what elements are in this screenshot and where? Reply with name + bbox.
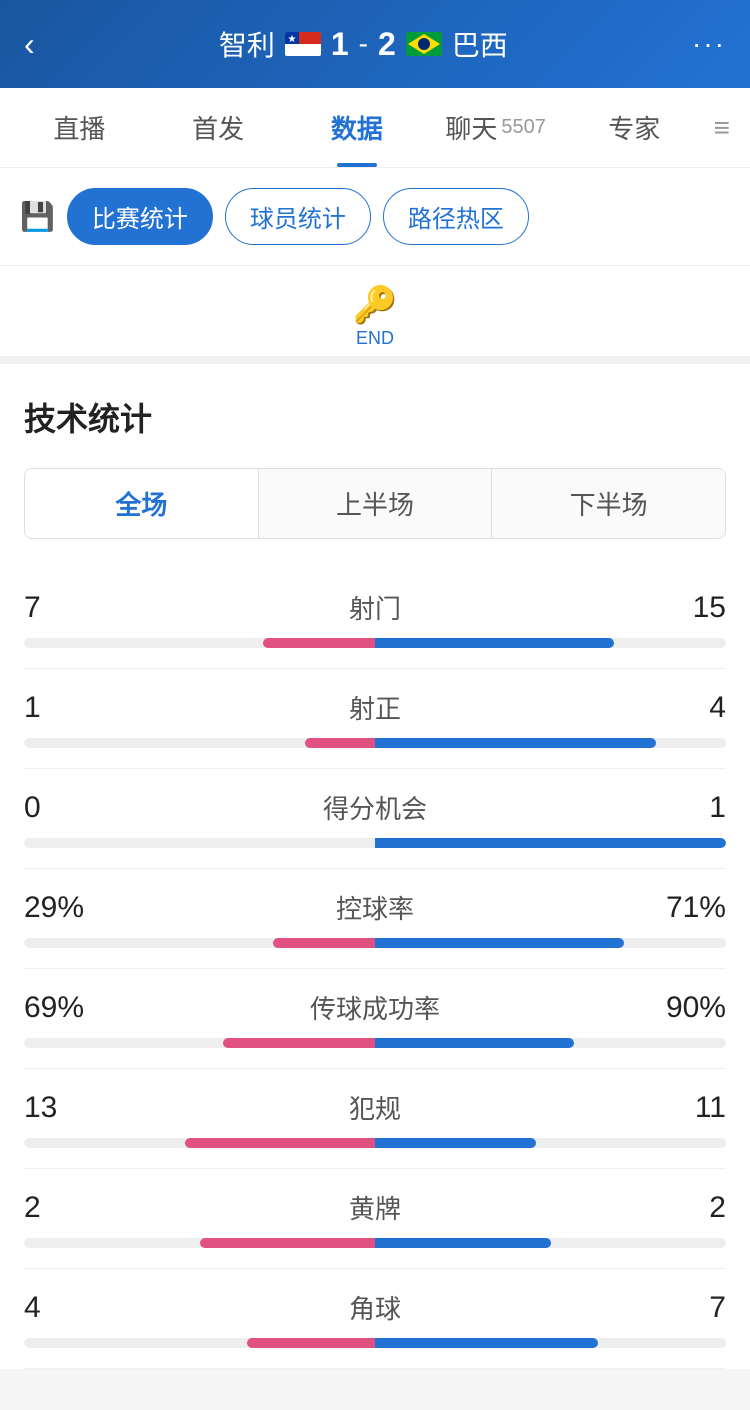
stat-label-row: 2 黄牌 2 [24, 1189, 726, 1226]
bar-left [223, 1038, 375, 1048]
bar-left [273, 938, 375, 948]
stat-label-row: 0 得分机会 1 [24, 789, 726, 826]
bar-left [263, 638, 375, 648]
stat-row-possession: 29% 控球率 71% [24, 869, 726, 969]
stat-left-val: 0 [24, 791, 104, 825]
stat-right-val: 7 [646, 1291, 726, 1325]
more-button[interactable]: ··· [692, 28, 726, 60]
stat-right-val: 90% [646, 991, 726, 1025]
stat-left-val: 1 [24, 691, 104, 725]
stat-right-val: 71% [646, 891, 726, 925]
stat-bar [24, 838, 726, 848]
bar-right [375, 1338, 598, 1348]
score-home: 1 [331, 26, 349, 63]
stat-right-val: 2 [646, 1191, 726, 1225]
nav-more-button[interactable]: ≡ [704, 112, 740, 144]
team-home-label: 智利 [219, 24, 275, 64]
stats-title: 技术统计 [24, 394, 726, 440]
period-tab-first[interactable]: 上半场 [259, 469, 493, 538]
bar-right [375, 638, 614, 648]
stat-label-row: 4 角球 7 [24, 1289, 726, 1326]
flag-chile-icon: ★ [285, 32, 321, 56]
tab-chat[interactable]: 聊天 5507 [426, 88, 565, 167]
stat-bar [24, 1138, 726, 1148]
period-tab-second[interactable]: 下半场 [492, 469, 725, 538]
bar-right [375, 1138, 536, 1148]
tab-lineup[interactable]: 首发 [149, 88, 288, 167]
team-away-label: 巴西 [452, 24, 508, 64]
stat-right-val: 11 [646, 1091, 726, 1125]
stat-name: 射门 [349, 589, 401, 626]
stat-label-row: 1 射正 4 [24, 689, 726, 726]
stat-left-val: 7 [24, 591, 104, 625]
stat-left-val: 13 [24, 1091, 104, 1125]
period-tabs: 全场 上半场 下半场 [24, 468, 726, 539]
stat-bar [24, 638, 726, 648]
stat-row-pass-accuracy: 69% 传球成功率 90% [24, 969, 726, 1069]
stat-name: 射正 [349, 689, 401, 726]
stat-left-val: 2 [24, 1191, 104, 1225]
stat-bar [24, 938, 726, 948]
sub-tabs: 💾 比赛统计 球员统计 路径热区 [0, 168, 750, 266]
stat-bar [24, 1038, 726, 1048]
stat-rows-container: 7 射门 15 1 射正 4 0 得分机会 1 29% 控 [24, 569, 726, 1369]
stat-row-corners: 4 角球 7 [24, 1269, 726, 1369]
stat-bar [24, 1238, 726, 1248]
whistle-icon: 🔑 END [345, 286, 405, 346]
stats-section: 技术统计 全场 上半场 下半场 7 射门 15 1 射正 4 [0, 364, 750, 1369]
header: ‹ 智利 ★ 1 - 2 巴西 ··· [0, 0, 750, 88]
bar-right [375, 738, 656, 748]
stat-name: 黄牌 [349, 1189, 401, 1226]
tab-data[interactable]: 数据 [287, 88, 426, 167]
bar-left [247, 1338, 375, 1348]
stat-right-val: 15 [646, 591, 726, 625]
bar-right [375, 1038, 574, 1048]
stat-row-shots-on-target: 1 射正 4 [24, 669, 726, 769]
sub-tab-match-stats[interactable]: 比赛统计 [67, 188, 213, 245]
stat-row-shots: 7 射门 15 [24, 569, 726, 669]
bar-left [185, 1138, 375, 1148]
bar-right [375, 838, 726, 848]
period-tab-full[interactable]: 全场 [25, 469, 259, 538]
stat-row-yellow-cards: 2 黄牌 2 [24, 1169, 726, 1269]
back-button[interactable]: ‹ [24, 26, 35, 63]
nav-tabs: 直播 首发 数据 聊天 5507 专家 ≡ [0, 88, 750, 168]
bar-left [305, 738, 375, 748]
stat-label-row: 13 犯规 11 [24, 1089, 726, 1126]
score-separator: - [359, 28, 368, 60]
tab-expert[interactable]: 专家 [565, 88, 704, 167]
whistle-symbol: 🔑 [353, 284, 398, 326]
sub-tab-heatmap[interactable]: 路径热区 [383, 188, 529, 245]
stat-left-val: 29% [24, 891, 104, 925]
stat-row-chances: 0 得分机会 1 [24, 769, 726, 869]
end-label: END [356, 328, 394, 349]
tab-live[interactable]: 直播 [10, 88, 149, 167]
sub-tab-player-stats[interactable]: 球员统计 [225, 188, 371, 245]
stat-right-val: 1 [646, 791, 726, 825]
stat-name: 控球率 [336, 889, 414, 926]
stat-left-val: 69% [24, 991, 104, 1025]
save-icon: 💾 [20, 200, 55, 233]
chat-count: 5507 [501, 116, 546, 139]
stat-right-val: 4 [646, 691, 726, 725]
flag-brazil-icon [406, 32, 442, 56]
stat-bar [24, 1338, 726, 1348]
stat-row-fouls: 13 犯规 11 [24, 1069, 726, 1169]
stat-bar [24, 738, 726, 748]
bar-right [375, 1238, 551, 1248]
bar-left [200, 1238, 376, 1248]
stat-name: 犯规 [349, 1089, 401, 1126]
stat-name: 传球成功率 [310, 989, 440, 1026]
stat-name: 角球 [349, 1289, 401, 1326]
svg-text:★: ★ [287, 34, 296, 45]
stat-label-row: 29% 控球率 71% [24, 889, 726, 926]
bar-right [375, 938, 624, 948]
stat-name: 得分机会 [323, 789, 427, 826]
stat-label-row: 69% 传球成功率 90% [24, 989, 726, 1026]
timeline-area: 🔑 END [0, 266, 750, 364]
score-away: 2 [378, 26, 396, 63]
stat-left-val: 4 [24, 1291, 104, 1325]
match-title: 智利 ★ 1 - 2 巴西 [219, 24, 508, 64]
stat-label-row: 7 射门 15 [24, 589, 726, 626]
